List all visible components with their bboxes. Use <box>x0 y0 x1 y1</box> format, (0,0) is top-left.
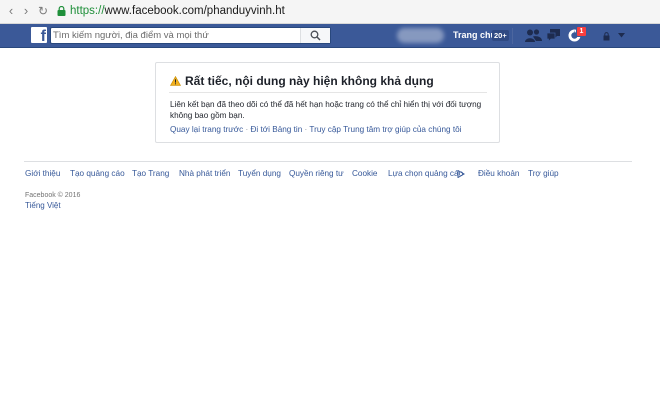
home-link[interactable]: Trang chủ <box>453 30 496 40</box>
footer-link-developers[interactable]: Nhà phát triển <box>179 169 230 178</box>
facebook-header: f Trang chủ 20+ 1 <box>0 24 660 48</box>
news-feed-link[interactable]: Đi tới Bảng tin <box>250 125 302 134</box>
facebook-logo[interactable]: f <box>31 27 47 45</box>
facebook-logo-letter: f <box>40 28 46 45</box>
url-path: www.facebook.com/phanduyvinh.ht <box>104 5 285 17</box>
avatar[interactable] <box>397 28 444 43</box>
notifications-count-badge: 1 <box>576 26 587 37</box>
home-count-badge: 20+ <box>492 30 509 41</box>
back-arrow-icon[interactable]: ‹ <box>4 4 18 18</box>
search-icon <box>310 30 321 41</box>
search-box <box>50 27 331 44</box>
forward-arrow-icon[interactable]: › <box>19 4 33 18</box>
card-header: Rất tiếc, nội dung này hiện không khả dụ… <box>170 74 490 90</box>
content-unavailable-card: Rất tiếc, nội dung này hiện không khả dụ… <box>155 62 500 143</box>
language-link[interactable]: Tiếng Việt <box>25 201 61 210</box>
card-divider <box>169 92 487 93</box>
messages-icon[interactable] <box>546 29 561 42</box>
footer-link-help[interactable]: Trợ giúp <box>528 169 559 178</box>
reload-icon[interactable]: ↻ <box>36 4 50 18</box>
footer-divider <box>24 161 632 162</box>
browser-toolbar: ‹ › ↻ https://www.facebook.com/phanduyvi… <box>0 0 660 24</box>
footer-link-create-ad[interactable]: Tạo quảng cáo <box>70 169 125 178</box>
footer-link-about[interactable]: Giới thiệu <box>25 169 60 178</box>
caret-down-icon[interactable] <box>618 33 625 38</box>
footer-link-cookies[interactable]: Cookie <box>352 169 378 178</box>
copyright-text: Facebook © 2016 <box>25 192 81 199</box>
footer-link-careers[interactable]: Tuyển dụng <box>238 169 281 178</box>
header-divider <box>512 28 513 44</box>
card-title: Rất tiếc, nội dung này hiện không khả dụ… <box>185 74 434 88</box>
card-message: Liên kết bạn đã theo dõi có thể đã hết h… <box>170 100 482 120</box>
footer-link-ad-choices[interactable]: Lựa chọn quảng cáo <box>388 169 463 178</box>
warning-icon <box>170 76 181 86</box>
ad-choices-icon[interactable] <box>457 170 465 178</box>
privacy-icon[interactable] <box>603 32 610 41</box>
go-back-link[interactable]: Quay lại trang trước <box>170 125 243 134</box>
card-links: Quay lại trang trước · Đi tới Bảng tin ·… <box>170 125 461 134</box>
search-input[interactable] <box>53 29 298 42</box>
footer-link-create-page[interactable]: Tạo Trang <box>132 169 169 178</box>
footer-link-terms[interactable]: Điều khoản <box>478 169 519 178</box>
search-button[interactable] <box>300 28 330 43</box>
friends-icon[interactable] <box>525 29 542 42</box>
lock-icon <box>57 6 66 16</box>
footer-link-privacy[interactable]: Quyền riêng tư <box>289 169 344 178</box>
url-scheme: https:// <box>70 5 105 17</box>
address-bar[interactable]: https://www.facebook.com/phanduyvinh.ht <box>70 4 285 18</box>
help-center-link[interactable]: Truy cập Trung tâm trợ giúp của chúng tô… <box>309 125 461 134</box>
